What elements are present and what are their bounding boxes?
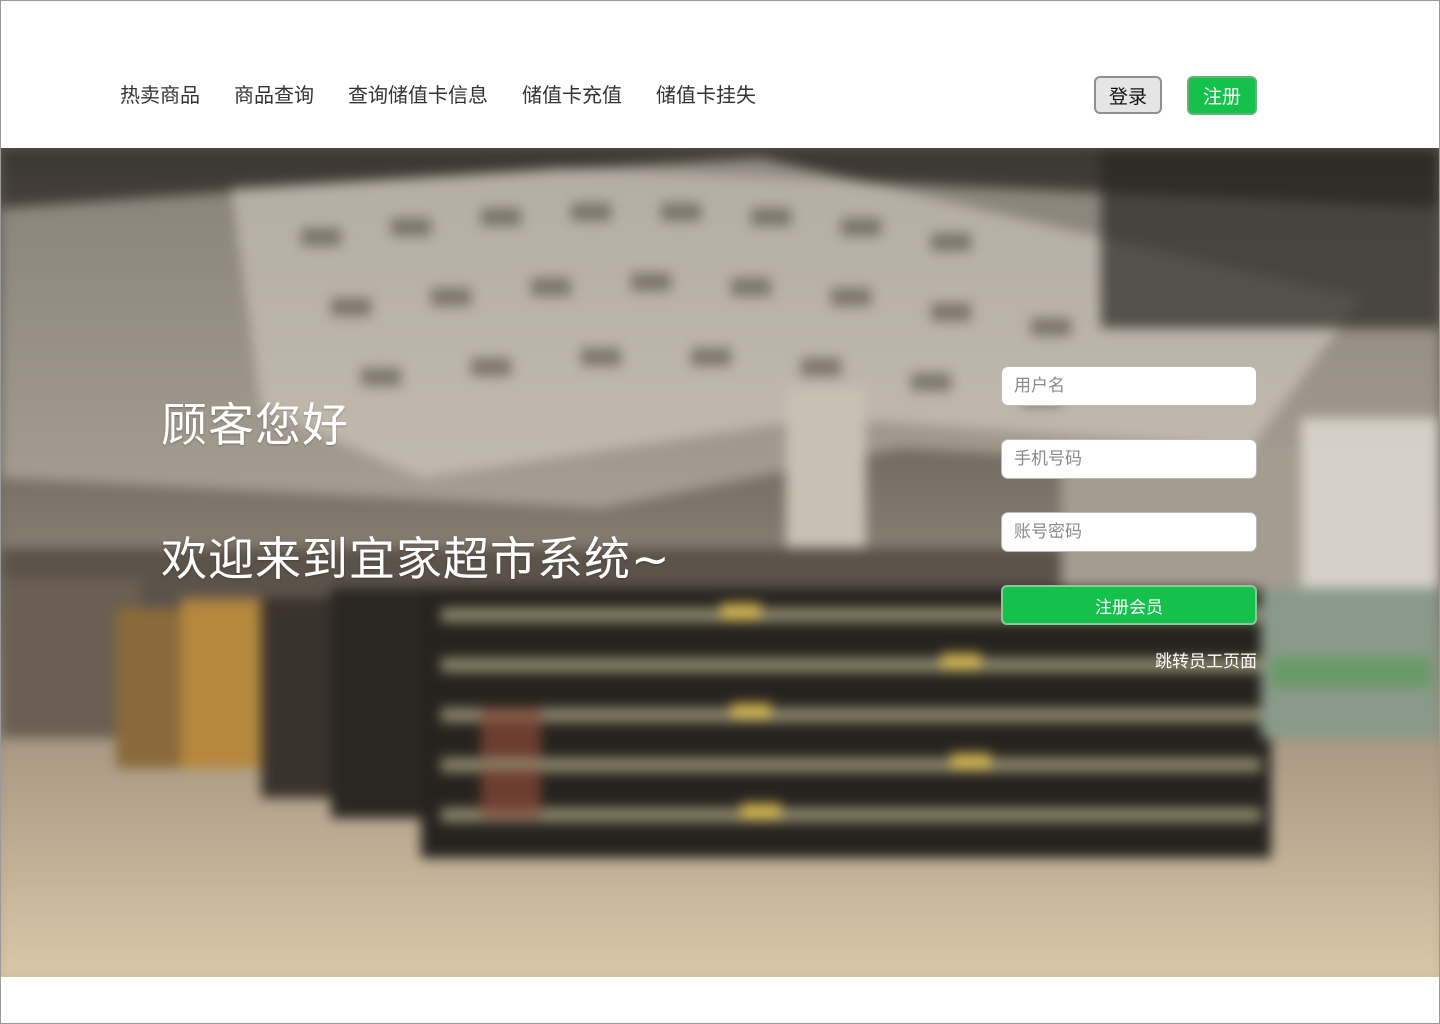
- login-button[interactable]: 登录: [1094, 76, 1162, 114]
- phone-input[interactable]: [1001, 439, 1257, 479]
- nav-item-product-search[interactable]: 商品查询: [234, 81, 314, 109]
- top-header: 热卖商品 商品查询 查询储值卡信息 储值卡充值 储值卡挂失 登录 注册: [1, 1, 1439, 147]
- hero-greeting: 顾客您好: [161, 398, 349, 452]
- register-member-button[interactable]: 注册会员: [1001, 585, 1257, 625]
- hero-banner: 顾客您好 欢迎来到宜家超市系统~ 注册会员 跳转员工页面: [1, 148, 1439, 977]
- password-input[interactable]: [1001, 512, 1257, 552]
- main-nav: 热卖商品 商品查询 查询储值卡信息 储值卡充值 储值卡挂失: [120, 81, 790, 109]
- nav-item-card-report-loss[interactable]: 储值卡挂失: [656, 81, 756, 109]
- register-button[interactable]: 注册: [1187, 76, 1257, 115]
- staff-page-link[interactable]: 跳转员工页面: [1101, 647, 1257, 672]
- nav-item-hot-products[interactable]: 热卖商品: [120, 81, 200, 109]
- page-frame: 热卖商品 商品查询 查询储值卡信息 储值卡充值 储值卡挂失 登录 注册 顾客您好…: [0, 0, 1440, 1024]
- nav-item-card-recharge[interactable]: 储值卡充值: [522, 81, 622, 109]
- footer-strip: [1, 977, 1439, 1023]
- username-input[interactable]: [1001, 366, 1257, 406]
- hero-welcome-title: 欢迎来到宜家超市系统~: [161, 532, 671, 586]
- nav-item-card-info[interactable]: 查询储值卡信息: [348, 81, 488, 109]
